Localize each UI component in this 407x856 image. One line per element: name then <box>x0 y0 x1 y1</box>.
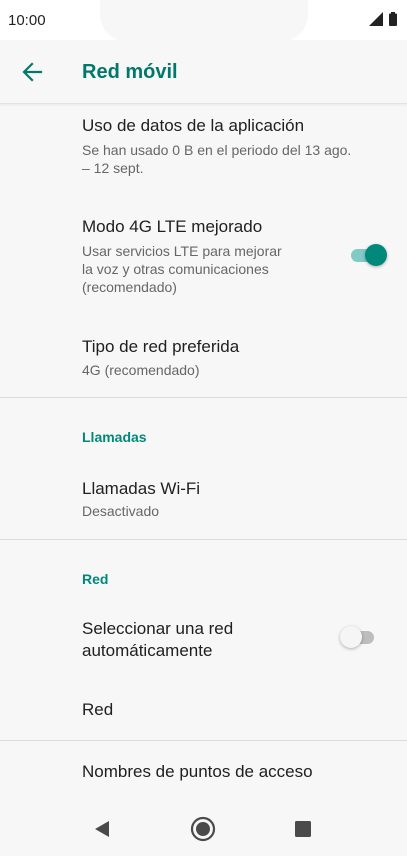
navigation-bar <box>0 802 407 856</box>
nav-back-icon <box>95 821 109 837</box>
status-icons <box>369 11 397 27</box>
access-point-names-item[interactable]: Nombres de puntos de acceso <box>0 741 407 801</box>
auto-select-network-title-1: Seleccionar una red <box>82 619 234 638</box>
section-header-calls: Llamadas <box>82 429 147 445</box>
enhanced-4g-lte-subtitle-3: (recomendado) <box>82 279 177 295</box>
auto-select-network-item[interactable]: Seleccionar una red automáticamente <box>0 604 407 680</box>
page-title: Red móvil <box>82 61 178 83</box>
battery-icon <box>389 12 397 26</box>
signal-icon <box>369 12 383 26</box>
app-data-usage-subtitle-1: Se han usado 0 B en el periodo del 13 ag… <box>82 142 352 158</box>
section-header-network: Red <box>82 571 109 587</box>
app-data-usage-item[interactable]: Uso de datos de la aplicación Se han usa… <box>0 104 407 186</box>
app-bar: Red móvil <box>0 40 407 104</box>
network-item[interactable]: Red <box>0 682 407 738</box>
display-notch <box>100 0 308 42</box>
network-title: Red <box>82 700 114 719</box>
divider <box>0 397 407 398</box>
enhanced-4g-lte-subtitle-1: Usar servicios LTE para mejorar <box>82 243 282 259</box>
switch-thumb <box>340 626 362 648</box>
status-time: 10:00 <box>8 12 46 29</box>
nav-home-icon <box>190 816 216 842</box>
preferred-network-type-title: Tipo de red preferida <box>82 337 240 356</box>
back-button[interactable] <box>18 58 46 86</box>
enhanced-4g-lte-title: Modo 4G LTE mejorado <box>82 217 263 236</box>
app-data-usage-title: Uso de datos de la aplicación <box>82 116 305 135</box>
switch-thumb <box>365 244 387 266</box>
back-arrow-icon <box>22 62 43 82</box>
preferred-network-type-item[interactable]: Tipo de red preferida 4G (recomendado) <box>0 322 407 396</box>
nav-recents-button[interactable] <box>289 815 317 843</box>
app-data-usage-subtitle-2: – 12 sept. <box>82 160 144 176</box>
preferred-network-type-subtitle: 4G (recomendado) <box>82 362 200 378</box>
status-bar: 10:00 <box>0 0 407 42</box>
access-point-names-title: Nombres de puntos de acceso <box>82 762 313 781</box>
nav-recents-icon <box>295 821 311 837</box>
auto-select-network-switch[interactable] <box>340 626 376 648</box>
divider <box>0 539 407 540</box>
settings-list[interactable]: Uso de datos de la aplicación Se han usa… <box>0 104 407 802</box>
nav-home-button[interactable] <box>189 815 217 843</box>
wifi-calling-subtitle: Desactivado <box>82 503 160 519</box>
wifi-calling-item[interactable]: Llamadas Wi-Fi Desactivado <box>0 464 407 538</box>
wifi-calling-title: Llamadas Wi-Fi <box>82 479 201 498</box>
enhanced-4g-lte-item[interactable]: Modo 4G LTE mejorado Usar servicios LTE … <box>0 204 407 304</box>
enhanced-4g-lte-switch[interactable] <box>349 244 387 266</box>
auto-select-network-title-2: automáticamente <box>82 641 213 660</box>
enhanced-4g-lte-subtitle-2: la voz y otras comunicaciones <box>82 261 269 277</box>
nav-back-button[interactable] <box>88 815 116 843</box>
